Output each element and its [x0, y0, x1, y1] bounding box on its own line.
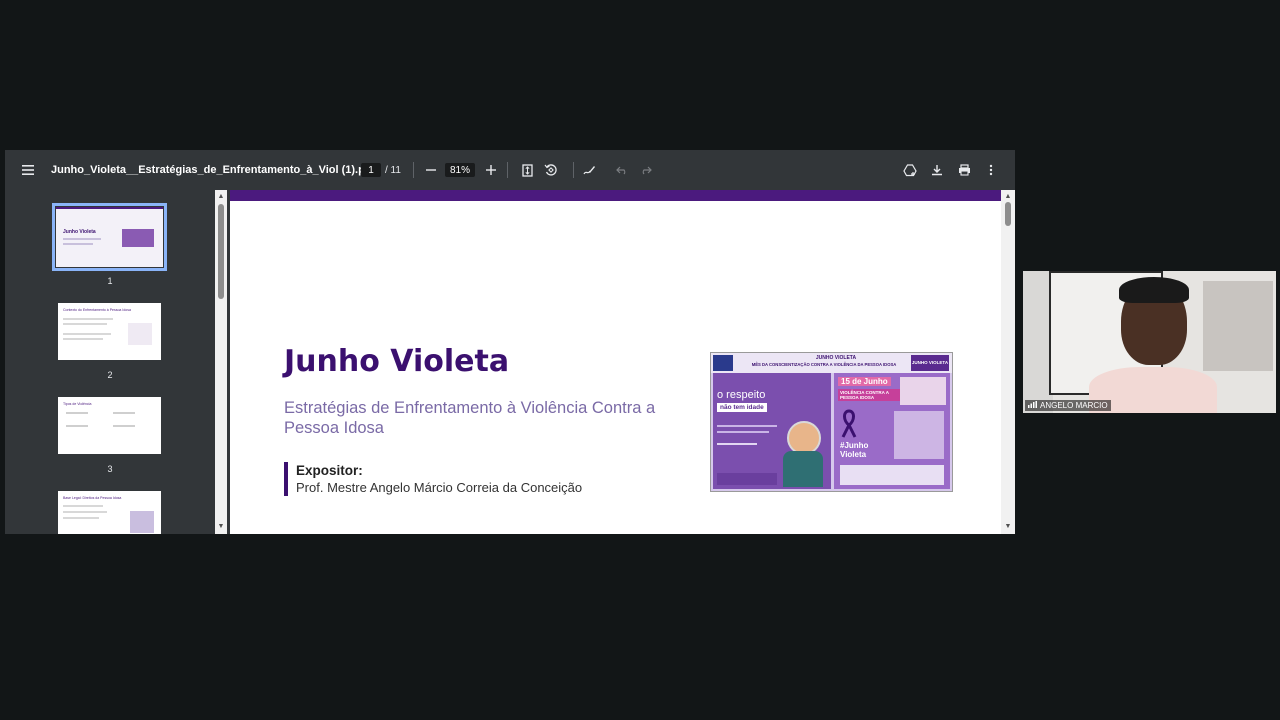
poster-right-panel: 15 de Junho VIOLÊNCIA CONTRA A PESSOA ID… [834, 373, 950, 489]
participant-name-tag: ANGELO MARCIO [1025, 400, 1111, 411]
undo-icon[interactable] [612, 150, 632, 190]
poster-text-line [717, 443, 757, 445]
scroll-down-icon[interactable]: ▼ [215, 522, 227, 532]
poster-elder-face [787, 421, 821, 455]
toolbar-divider [573, 162, 574, 178]
document-title: Junho_Violeta__Estratégias_de_Enfrentame… [51, 164, 376, 176]
thumbnail-title: Tipos de Violência [63, 402, 92, 406]
poster-bottom-box [840, 465, 944, 485]
scroll-down-icon[interactable]: ▼ [1002, 522, 1014, 532]
thumbnail-line [63, 338, 103, 340]
fit-page-icon[interactable] [517, 150, 537, 190]
page-thumbnail-3[interactable]: Tipos de Violência [58, 397, 161, 454]
thumbnail-number: 1 [107, 276, 113, 286]
poster-header-line2: MÊS DA CONSCIENTIZAÇÃO CONTRA A VIOLÊNCI… [751, 362, 897, 367]
thumbnail-line [63, 318, 113, 320]
thumbnail-image [130, 511, 154, 533]
poster-hashtag-line2: Violeta [840, 450, 867, 459]
thumbnail-line [63, 238, 101, 240]
poster-respect-line2: não tem idade [717, 403, 767, 412]
total-pages: / 11 [385, 164, 401, 176]
scroll-up-icon[interactable]: ▲ [215, 192, 227, 202]
thumbnail-image [122, 229, 154, 247]
thumbnail-line [63, 505, 103, 507]
pdf-toolbar: Junho_Violeta__Estratégias_de_Enfrentame… [5, 150, 1015, 190]
participant-video[interactable]: ANGELO MARCIO [1023, 271, 1276, 413]
thumbnail-number: 3 [107, 464, 113, 474]
participant-name: ANGELO MARCIO [1040, 401, 1108, 410]
thumbnail-line [66, 425, 88, 427]
poster-respect-line1: o respeito [717, 389, 766, 401]
poster-header-line1: JUNHO VIOLETA [815, 355, 857, 361]
poster-left-panel: o respeito não tem idade [713, 373, 831, 489]
thumbnail-title: Junho Violeta [63, 229, 96, 235]
presenter-name: Prof. Mestre Angelo Márcio Correia da Co… [296, 480, 583, 495]
thumbnail-line [63, 333, 111, 335]
pdf-page: Junho Violeta Estratégias de Enfrentamen… [230, 190, 1001, 534]
ribbon-icon [840, 409, 858, 439]
video-background-object [1203, 281, 1273, 371]
poster-date: 15 de Junho [838, 377, 891, 386]
sidebar-scrollbar[interactable]: ▲ ▼ [215, 190, 227, 534]
scrollbar-thumb[interactable] [1005, 202, 1011, 226]
menu-icon[interactable] [17, 150, 39, 190]
toolbar-divider [507, 162, 508, 178]
slide-subtitle: Estratégias de Enfrentamento à Violência… [284, 399, 656, 437]
zoom-out-button[interactable] [423, 150, 439, 190]
slide-title: Junho Violeta [284, 344, 510, 379]
campaign-poster: JUNHO VIOLETA MÊS DA CONSCIENTIZAÇÃO CON… [710, 352, 953, 492]
thumbnail-line [113, 412, 135, 414]
annotate-icon[interactable] [579, 150, 599, 190]
scroll-up-icon[interactable]: ▲ [1002, 192, 1014, 202]
poster-violence-title: VIOLÊNCIA CONTRA A PESSOA IDOSA [838, 389, 900, 401]
pdf-viewer: Junho_Violeta__Estratégias_de_Enfrentame… [5, 150, 1015, 534]
page-thumbnail-1[interactable]: Junho Violeta [52, 203, 167, 271]
page-number-input[interactable]: 1 [361, 163, 381, 177]
thumbnail-number: 2 [107, 370, 113, 380]
poster-hashtag-line1: #Junho [840, 441, 869, 450]
page-thumbnail-4[interactable]: Base Legal: Direitos da Pessoa Idosa [58, 491, 161, 534]
poster-photo [900, 377, 946, 405]
slide-top-bar [230, 190, 1001, 201]
thumbnail-line [63, 323, 107, 325]
thumbnail-image [128, 323, 152, 345]
drive-save-icon[interactable] [900, 150, 920, 190]
signal-icon [1028, 401, 1037, 410]
print-icon[interactable] [954, 150, 974, 190]
poster-elder-body [783, 451, 823, 487]
thumbnail-bar [56, 207, 163, 209]
thumbnail-sidebar: Junho Violeta 1 Contexto do Enfrentament… [5, 190, 215, 534]
thumbnail-line [63, 511, 107, 513]
thumbnail-line [63, 243, 93, 245]
thumbnail-line [113, 425, 135, 427]
video-person-hair [1119, 277, 1189, 303]
poster-text-line [717, 425, 777, 427]
poster-logo [713, 355, 733, 371]
toolbar-divider [413, 162, 414, 178]
page-thumbnail-2[interactable]: Contexto do Enfrentamento à Pessoa Idosa [58, 303, 161, 360]
poster-badge: JUNHO VIOLETA [911, 355, 949, 371]
poster-footer-logos [717, 473, 777, 485]
presenter-accent-bar [284, 462, 288, 496]
page-scrollbar[interactable]: ▲ ▼ [1001, 190, 1015, 534]
zoom-in-button[interactable] [483, 150, 499, 190]
thumbnail-title: Contexto do Enfrentamento à Pessoa Idosa [63, 308, 131, 312]
download-icon[interactable] [927, 150, 947, 190]
scrollbar-thumb[interactable] [218, 204, 224, 299]
thumbnail-line [66, 412, 88, 414]
poster-text-line [717, 431, 769, 433]
rotate-icon[interactable] [541, 150, 561, 190]
poster-header: JUNHO VIOLETA MÊS DA CONSCIENTIZAÇÃO CON… [711, 353, 952, 373]
more-options-icon[interactable] [981, 150, 1001, 190]
thumbnail-line [63, 517, 99, 519]
presenter-label: Expositor: [296, 463, 363, 478]
poster-info-box [894, 411, 944, 459]
redo-icon[interactable] [636, 150, 656, 190]
thumbnail-title: Base Legal: Direitos da Pessoa Idosa [63, 496, 122, 500]
zoom-input[interactable]: 81% [445, 163, 475, 177]
